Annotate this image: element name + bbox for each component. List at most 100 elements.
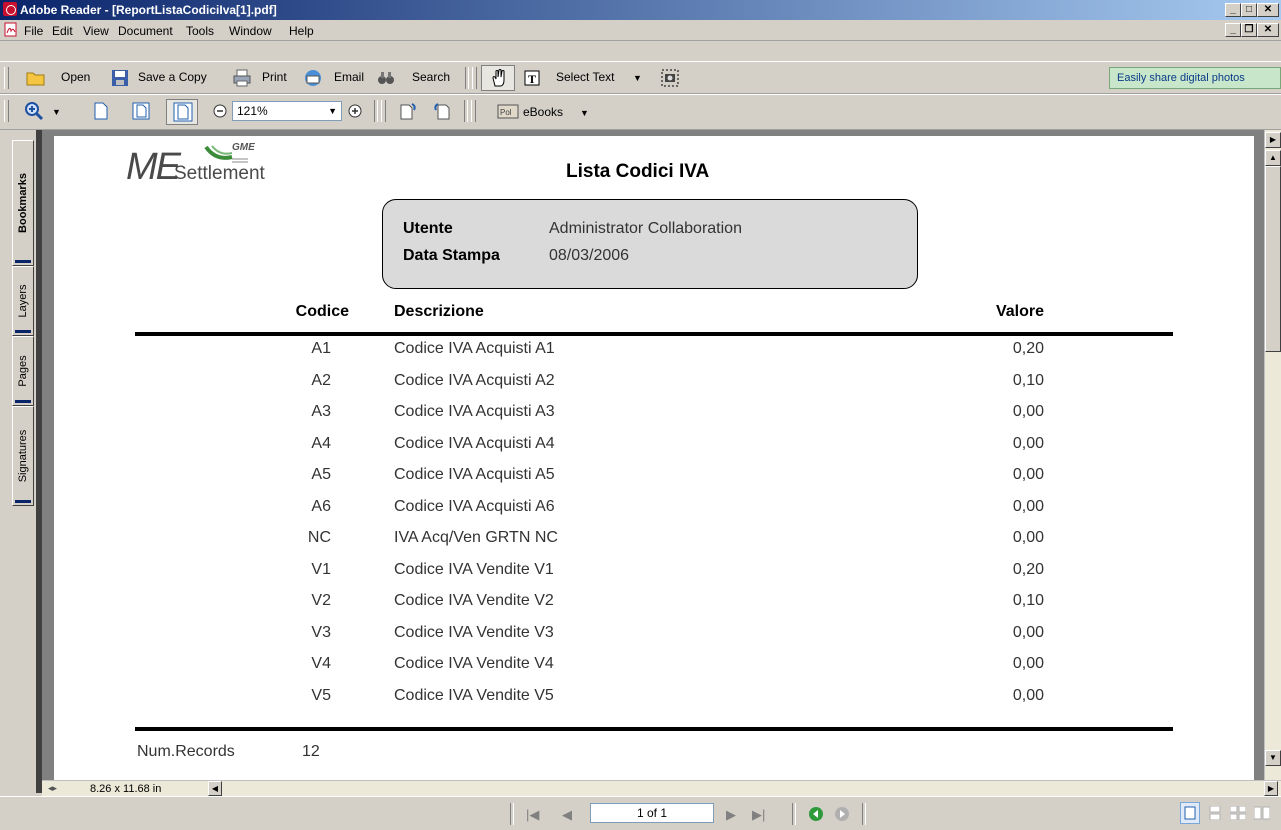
maximize-button[interactable]: □ [1241,3,1257,17]
scroll-right-arrow-icon[interactable]: ▶ [1264,781,1278,796]
last-page-icon[interactable]: ▶| [752,807,765,823]
split-handle-icon[interactable]: ◂▸ [48,783,57,794]
scroll-up-arrow-icon[interactable]: ▲ [1265,150,1281,166]
save-copy-button[interactable]: Save a Copy [138,70,207,84]
menu-document[interactable]: Document [118,24,173,38]
print-date-value: 08/03/2006 [549,247,630,264]
print-date-label: Data Stampa [403,247,500,264]
scroll-left-arrow-icon[interactable]: ◀ [208,781,222,796]
tab-signatures[interactable]: Signatures [12,406,34,506]
status-separator [862,803,866,825]
row-value: 0,20 [1012,560,1044,578]
row-description: IVA Acq/Ven GRTN NC [394,529,558,546]
page-gutter [42,130,54,780]
actual-size-icon[interactable] [91,101,111,121]
navigation-pane: Bookmarks Layers Pages Signatures [0,130,42,793]
row-description: Codice IVA Vendite V5 [394,686,554,704]
ebooks-dropdown-arrow[interactable]: ▼ [580,108,589,118]
tab-signatures-label: Signatures [17,429,29,483]
doc-restore-button[interactable]: ❐ [1241,23,1257,37]
menu-help[interactable]: Help [289,24,314,38]
menu-window[interactable]: Window [229,24,272,38]
menu-file[interactable]: File [24,24,43,38]
status-separator [510,803,514,825]
footer-rule [135,727,1173,731]
zoom-out-icon[interactable] [212,101,228,121]
zoom-level-field[interactable]: 121% ▼ [232,101,342,121]
toolbar-grip[interactable] [471,100,476,122]
next-page-icon[interactable]: ▶ [726,807,736,823]
continuous-layout-icon[interactable] [1208,806,1222,820]
row-description: Codice IVA Vendite V1 [394,560,554,578]
zoom-in-icon[interactable] [347,101,363,121]
snapshot-camera-icon[interactable] [660,68,680,88]
menu-edit[interactable]: Edit [52,24,73,38]
zoom-in-tool-icon[interactable] [24,101,44,121]
row-description: Codice IVA Acquisti A2 [394,371,555,389]
tab-bookmarks-label: Bookmarks [17,173,29,233]
ebooks-button[interactable]: eBooks [523,105,563,119]
title-bar: Adobe Reader - [ReportListaCodiciIva[1].… [0,0,1281,20]
zoom-toolbar: ▼ 121% ▼ Pol eBooks ▼ [0,94,1281,130]
scrollbar-thumb[interactable] [1265,166,1281,352]
scroll-down-arrow-icon[interactable]: ▼ [1265,750,1281,766]
row-description: Codice IVA Vendite V4 [394,655,554,672]
print-button[interactable]: Print [262,70,287,84]
pdf-document-icon [4,22,17,37]
tab-pages[interactable]: Pages [12,336,34,406]
previous-page-icon[interactable]: ◀ [562,807,572,823]
toolbar-grip[interactable] [381,100,386,122]
row-value: 0,00 [1012,686,1044,704]
toolbar-separator [464,100,468,122]
select-text-button[interactable]: Select Text [556,70,614,84]
zoom-dropdown-arrow[interactable]: ▼ [328,102,337,120]
first-page-icon[interactable]: |◀ [526,807,539,823]
hand-tool-button[interactable] [481,65,515,91]
logo-gme-text: GME [232,142,255,153]
menu-tools[interactable]: Tools [186,24,214,38]
rotate-clockwise-icon[interactable] [398,101,418,121]
minimize-button[interactable]: _ [1225,3,1241,17]
page-size-readout: 8.26 x 11.68 in [90,783,162,795]
facing-layout-icon[interactable] [1254,806,1270,820]
menu-view[interactable]: View [83,24,109,38]
vertical-scrollbar[interactable]: ▶ ▲ ▼ [1264,130,1281,780]
doc-minimize-button[interactable]: _ [1225,23,1241,37]
row-code: A3 [311,403,331,420]
doc-close-button[interactable]: ✕ [1257,23,1279,37]
binoculars-icon [378,72,394,84]
next-page-arrow-icon[interactable]: ▶ [1265,132,1281,148]
zoom-tool-dropdown-arrow[interactable]: ▼ [52,107,61,117]
page-indicator: 1 of 1 [636,806,668,820]
open-button[interactable]: Open [61,70,90,84]
select-text-dropdown-arrow[interactable]: ▼ [633,73,642,83]
zoom-level-value: 121% [237,104,268,118]
tab-layers[interactable]: Layers [12,266,34,336]
share-photos-banner[interactable]: Easily share digital photos [1109,67,1281,89]
close-button[interactable]: ✕ [1257,3,1279,17]
tab-marker [15,500,31,503]
toolbar-separator [465,67,469,89]
document-view[interactable]: ME Settlement GME Lista Codici IVA Utent… [42,130,1264,780]
fit-width-button[interactable] [166,99,198,125]
rotate-counterclockwise-icon[interactable] [432,101,452,121]
pdf-page: ME Settlement GME Lista Codici IVA Utent… [54,136,1254,780]
email-button[interactable]: Email [334,70,364,84]
hand-icon [492,69,505,87]
toolbar-grip[interactable] [4,100,9,122]
continuous-facing-layout-icon[interactable] [1230,806,1246,820]
toolbar-grip[interactable] [472,67,477,89]
fit-page-icon[interactable] [131,101,151,121]
row-description: Codice IVA Acquisti A3 [394,403,555,420]
next-view-icon[interactable] [834,806,850,822]
page-number-field[interactable]: 1 of 1 [590,803,714,823]
toolbar-grip[interactable] [4,67,9,89]
single-page-layout-button[interactable] [1180,802,1200,824]
tab-bookmarks[interactable]: Bookmarks [12,140,34,266]
row-code: A1 [311,340,331,357]
save-disk-icon [112,70,128,86]
row-code: A6 [311,497,331,515]
horizontal-scrollbar[interactable]: ◂▸ 8.26 x 11.68 in ◀ ▶ [42,780,1281,797]
previous-view-icon[interactable] [808,806,824,822]
search-button[interactable]: Search [412,70,450,84]
